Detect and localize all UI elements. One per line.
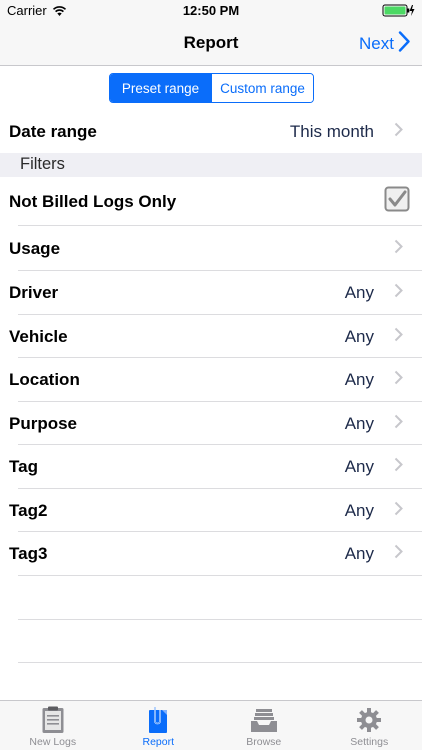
tag-value: Any <box>344 457 374 476</box>
tag2-row[interactable]: Tag2 Any <box>0 489 422 532</box>
report-icon <box>144 706 172 734</box>
not-billed-row[interactable]: Not Billed Logs Only <box>0 177 422 226</box>
empty-row-separator <box>18 619 422 620</box>
range-segmented-control: Preset range Custom range <box>109 73 314 103</box>
tab-new-logs-label: New Logs <box>29 736 77 748</box>
purpose-value: Any <box>344 413 374 433</box>
next-button[interactable]: Next <box>359 30 410 58</box>
checkbox-icon[interactable] <box>384 186 410 217</box>
chevron-right-icon <box>394 370 403 390</box>
battery-icon <box>382 4 416 22</box>
purpose-label: Purpose <box>9 413 78 433</box>
vehicle-row[interactable]: Vehicle Any <box>0 315 422 358</box>
tag3-row[interactable]: Tag3 Any <box>0 532 422 576</box>
chevron-right-icon <box>394 457 403 477</box>
location-row[interactable]: Location Any <box>0 358 422 402</box>
purpose-row[interactable]: Purpose Any <box>0 402 422 445</box>
gear-icon <box>355 706 383 734</box>
chevron-right-icon <box>394 122 403 142</box>
tab-new-logs[interactable]: New Logs <box>0 701 106 750</box>
tag3-label: Tag3 <box>9 544 48 563</box>
chevron-right-icon <box>394 501 403 521</box>
tag3-value: Any <box>344 544 374 563</box>
chevron-right-icon <box>394 283 403 303</box>
vehicle-label: Vehicle <box>9 326 68 346</box>
vehicle-value: Any <box>344 326 374 346</box>
preset-range-segment[interactable]: Preset range <box>110 74 211 102</box>
tab-report-label: Report <box>142 736 174 748</box>
empty-row-separator <box>18 662 422 663</box>
tab-settings[interactable]: Settings <box>317 701 422 750</box>
tag2-label: Tag2 <box>9 500 48 520</box>
date-range-value: This month <box>289 121 374 141</box>
navigation-bar: Report Next <box>0 22 422 66</box>
chevron-right-icon <box>394 239 403 259</box>
custom-range-segment[interactable]: Custom range <box>211 74 313 102</box>
tab-browse-label: Browse <box>246 736 282 748</box>
status-time: 12:50 PM <box>182 3 240 18</box>
location-label: Location <box>9 370 80 389</box>
driver-label: Driver <box>9 283 59 302</box>
date-range-label: Date range <box>9 121 97 141</box>
tab-report[interactable]: Report <box>106 701 212 750</box>
chevron-right-icon <box>394 414 403 434</box>
chevron-right-icon <box>394 544 403 564</box>
tag2-value: Any <box>344 500 374 520</box>
driver-row[interactable]: Driver Any <box>0 271 422 315</box>
usage-row[interactable]: Usage <box>0 226 422 271</box>
tag-label: Tag <box>9 457 38 476</box>
tab-bar: New Logs Report Browse Settings <box>0 700 422 750</box>
not-billed-label: Not Billed Logs Only <box>9 191 177 211</box>
status-bar: Carrier 12:50 PM <box>0 0 422 22</box>
tab-browse[interactable]: Browse <box>211 701 317 750</box>
clipboard-icon <box>39 706 67 734</box>
driver-value: Any <box>344 283 374 302</box>
chevron-right-icon <box>398 31 410 57</box>
inbox-tray-icon <box>250 706 278 734</box>
usage-label: Usage <box>9 238 61 258</box>
filters-section-header: Filters <box>0 153 422 177</box>
tab-settings-label: Settings <box>350 736 389 748</box>
date-range-row[interactable]: Date range This month <box>0 110 422 153</box>
filters-title: Filters <box>20 155 65 173</box>
next-button-label: Next <box>359 34 394 53</box>
chevron-right-icon <box>394 327 403 347</box>
tag-row[interactable]: Tag Any <box>0 445 422 489</box>
location-value: Any <box>344 370 374 389</box>
